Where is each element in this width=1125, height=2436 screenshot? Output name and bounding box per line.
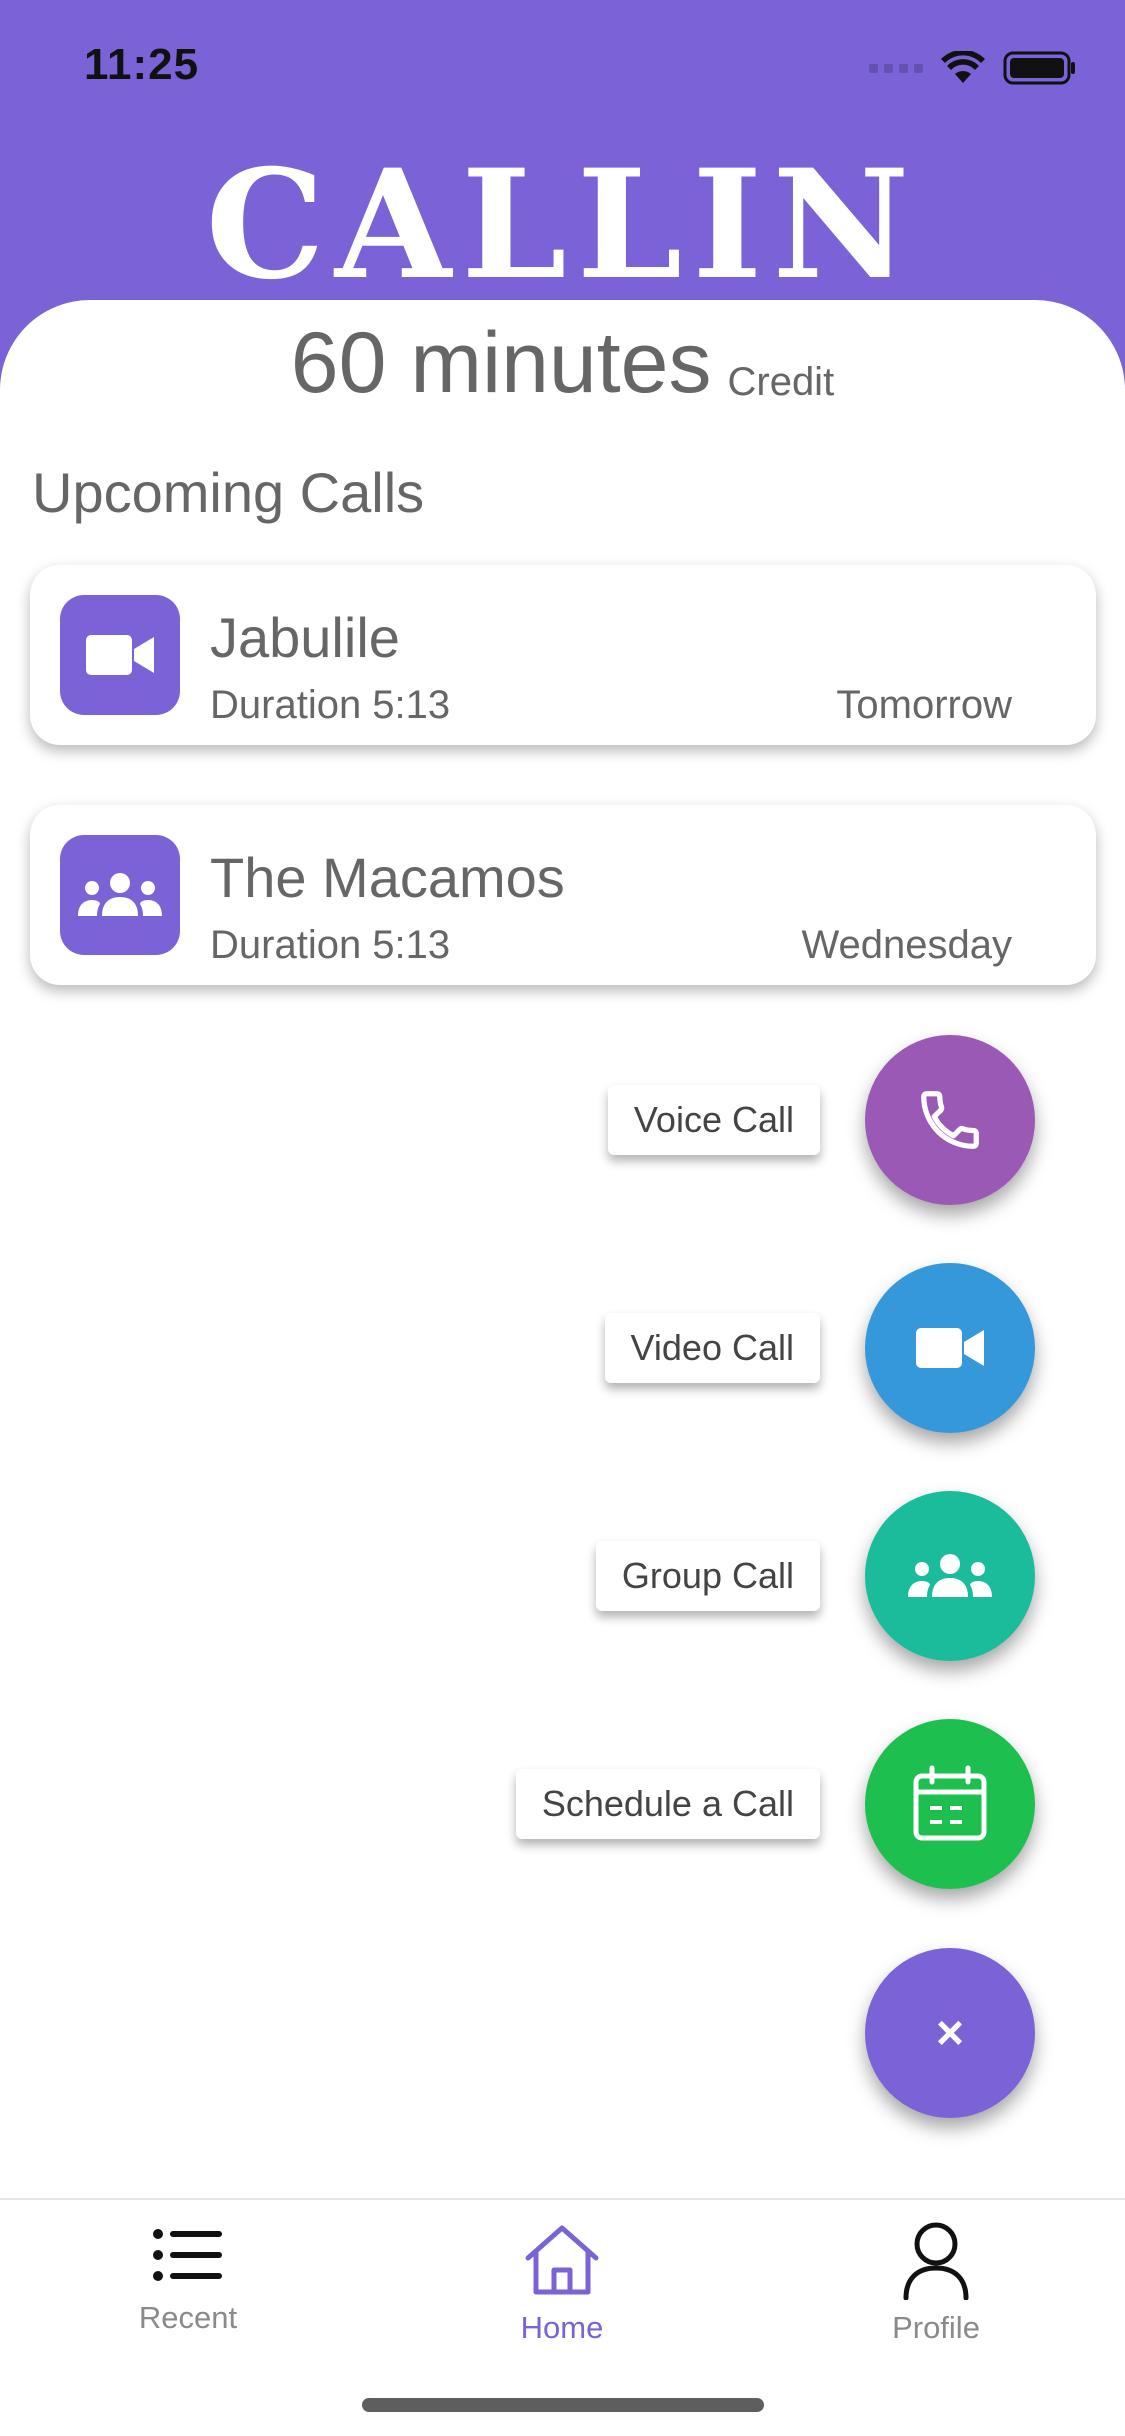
- credit-label: Credit: [727, 360, 835, 404]
- call-duration: Duration 5:13: [210, 923, 451, 967]
- voice-call-label[interactable]: Voice Call: [607, 1085, 820, 1155]
- upcoming-call-card[interactable]: The Macamos Duration 5:13 Wednesday: [30, 805, 1096, 985]
- call-duration: Duration 5:13: [210, 683, 451, 727]
- video-call-button[interactable]: [865, 1263, 1035, 1433]
- credit-value: 60 minutes: [290, 315, 712, 411]
- status-time: 11:25: [84, 40, 200, 89]
- upcoming-calls-title: Upcoming Calls: [32, 461, 425, 524]
- tab-label: Profile: [892, 2310, 980, 2345]
- home-icon: [525, 2225, 599, 2295]
- person-icon: [903, 2222, 969, 2300]
- status-icons: [869, 48, 1077, 88]
- video-call-label[interactable]: Video Call: [604, 1313, 820, 1383]
- phone-icon: [921, 1091, 979, 1149]
- call-contact-name: Jabulile: [210, 606, 400, 669]
- list-icon: [153, 2229, 222, 2281]
- wifi-icon: [941, 51, 985, 83]
- call-day: Tomorrow: [836, 683, 1012, 727]
- voice-call-action[interactable]: Voice Call: [607, 1035, 1035, 1205]
- call-contact-name: The Macamos: [210, 846, 565, 909]
- call-type-avatar: [60, 595, 180, 715]
- signal-icon: [869, 63, 923, 73]
- group-call-button[interactable]: [865, 1491, 1035, 1661]
- group-icon: [908, 1554, 992, 1597]
- tab-label: Recent: [138, 2300, 238, 2335]
- video-camera-icon: [86, 635, 154, 675]
- voice-call-button[interactable]: [865, 1035, 1035, 1205]
- close-icon: ×: [935, 2006, 965, 2060]
- tab-home[interactable]: Home: [442, 2220, 682, 2346]
- schedule-call-button[interactable]: [865, 1719, 1035, 1889]
- close-menu-button[interactable]: ×: [865, 1948, 1035, 2118]
- video-call-action[interactable]: Video Call: [604, 1263, 1035, 1433]
- home-indicator[interactable]: [362, 2398, 764, 2412]
- group-call-label[interactable]: Group Call: [595, 1541, 820, 1611]
- battery-icon: [1003, 51, 1075, 85]
- credit-summary: 60 minutes Credit: [0, 316, 1125, 411]
- call-day: Wednesday: [801, 923, 1012, 967]
- schedule-call-label[interactable]: Schedule a Call: [515, 1769, 820, 1839]
- tab-recent[interactable]: Recent: [68, 2220, 308, 2336]
- tab-profile[interactable]: Profile: [816, 2220, 1056, 2346]
- app-logo: CALLIN: [205, 137, 920, 313]
- upcoming-call-card[interactable]: Jabulile Duration 5:13 Tomorrow: [30, 565, 1096, 745]
- group-call-action[interactable]: Group Call: [595, 1491, 1035, 1661]
- group-icon: [78, 873, 162, 916]
- tab-label: Home: [520, 2310, 604, 2345]
- video-camera-icon: [916, 1328, 984, 1368]
- call-type-avatar: [60, 835, 180, 955]
- schedule-call-action[interactable]: Schedule a Call: [515, 1719, 1035, 1889]
- calendar-icon: [913, 1765, 987, 1841]
